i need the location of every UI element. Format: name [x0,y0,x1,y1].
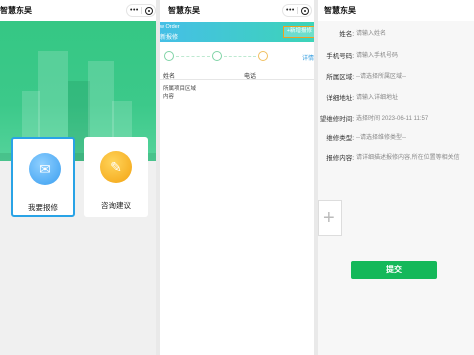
field-label: 详细地址: [326,95,354,102]
order-header-bar: w Order 新报修 +新增报修 [160,22,314,42]
app-title: 智慧东吴 [0,6,32,15]
navbar: 智慧东吴 ••• [0,0,156,21]
navbar: 智慧东吴 ••• [160,0,314,21]
envelope-icon: ✉ [29,153,61,185]
step-dot [258,51,268,61]
app-title: 智慧东吴 [324,6,356,15]
field-label: 望维修时间: [319,116,354,123]
app-title: 智慧东吴 [168,6,200,15]
field-label: 报修内容: [326,155,354,162]
table-header: 姓名 电话 [160,70,314,80]
step-dot [212,51,222,61]
close-mini-program-icon[interactable] [301,7,309,15]
divider [297,7,298,14]
field-time[interactable]: 望维修时间: 选择时间 2023-06-11 11:57 [318,113,474,125]
repair-type-select[interactable]: --请选择维修类型-- [356,132,406,141]
column-name: 姓名 [163,74,176,80]
bar-title: 新报修 [160,35,179,41]
row-content: 内容 [163,94,175,100]
field-label: 姓名: [339,31,354,38]
field-region[interactable]: 所属区域: --请选择所属区域-- [318,71,474,83]
time-picker[interactable]: 选择时间 2023-06-11 11:57 [356,113,428,122]
region-select[interactable]: --请选择所属区域-- [356,71,406,80]
field-address[interactable]: 详细地址: 请输入详细地址 [318,92,474,104]
step-dot [164,51,174,61]
close-mini-program-icon[interactable] [145,7,153,15]
field-label: 所属区域: [326,74,354,81]
capsule-menu[interactable]: ••• [126,4,156,17]
navbar: 智慧东吴 [318,0,474,21]
phone-input[interactable]: 请输入手机号码 [356,50,398,59]
repair-card[interactable]: ✉ 我要报修 [11,137,75,217]
panel-repair-list: 智慧东吴 ••• w Order 新报修 +新增报修 详情 姓名 电话 所属项目… [160,0,314,355]
step-connector [224,56,256,57]
new-repair-button[interactable]: +新增报修 [282,26,314,38]
progress-steps [160,46,314,66]
field-name[interactable]: 姓名: 请输入姓名 [318,28,474,40]
advice-card-label: 咨询建议 [101,201,131,210]
more-icon[interactable]: ••• [286,7,295,14]
address-input[interactable]: 请输入详细地址 [356,92,398,101]
field-content[interactable]: 报修内容: 请详细描述报修内容,所在位置等相关信 [318,152,474,164]
plus-icon: + [323,207,335,229]
panel-home: 智慧东吴 ••• ✉ 我要报修 ✎ 咨询建议 [0,0,156,355]
add-photo-button[interactable]: + [318,200,342,236]
advice-card[interactable]: ✎ 咨询建议 [84,137,148,217]
submit-button[interactable]: 提交 [351,261,437,279]
bar-subtitle: w Order [160,24,180,30]
row-project-area: 所属项目区域 [163,86,197,92]
detail-link[interactable]: 详情 [302,53,314,62]
panel-repair-form: 智慧东吴 姓名: 请输入姓名 手机号码: 请输入手机号码 所属区域: --请选择… [318,0,474,355]
field-phone[interactable]: 手机号码: 请输入手机号码 [318,50,474,62]
step-connector [176,56,210,57]
field-type[interactable]: 维修类型: --请选择维修类型-- [318,132,474,144]
divider [141,7,142,14]
field-label: 手机号码: [326,53,354,60]
document-icon: ✎ [100,151,132,183]
capsule-menu[interactable]: ••• [282,4,312,17]
name-input[interactable]: 请输入姓名 [356,28,386,37]
column-phone: 电话 [244,74,257,80]
more-icon[interactable]: ••• [130,7,139,14]
field-label: 维修类型: [326,135,354,142]
content-textarea[interactable]: 请详细描述报修内容,所在位置等相关信 [356,152,460,161]
repair-card-label: 我要报修 [28,203,58,212]
